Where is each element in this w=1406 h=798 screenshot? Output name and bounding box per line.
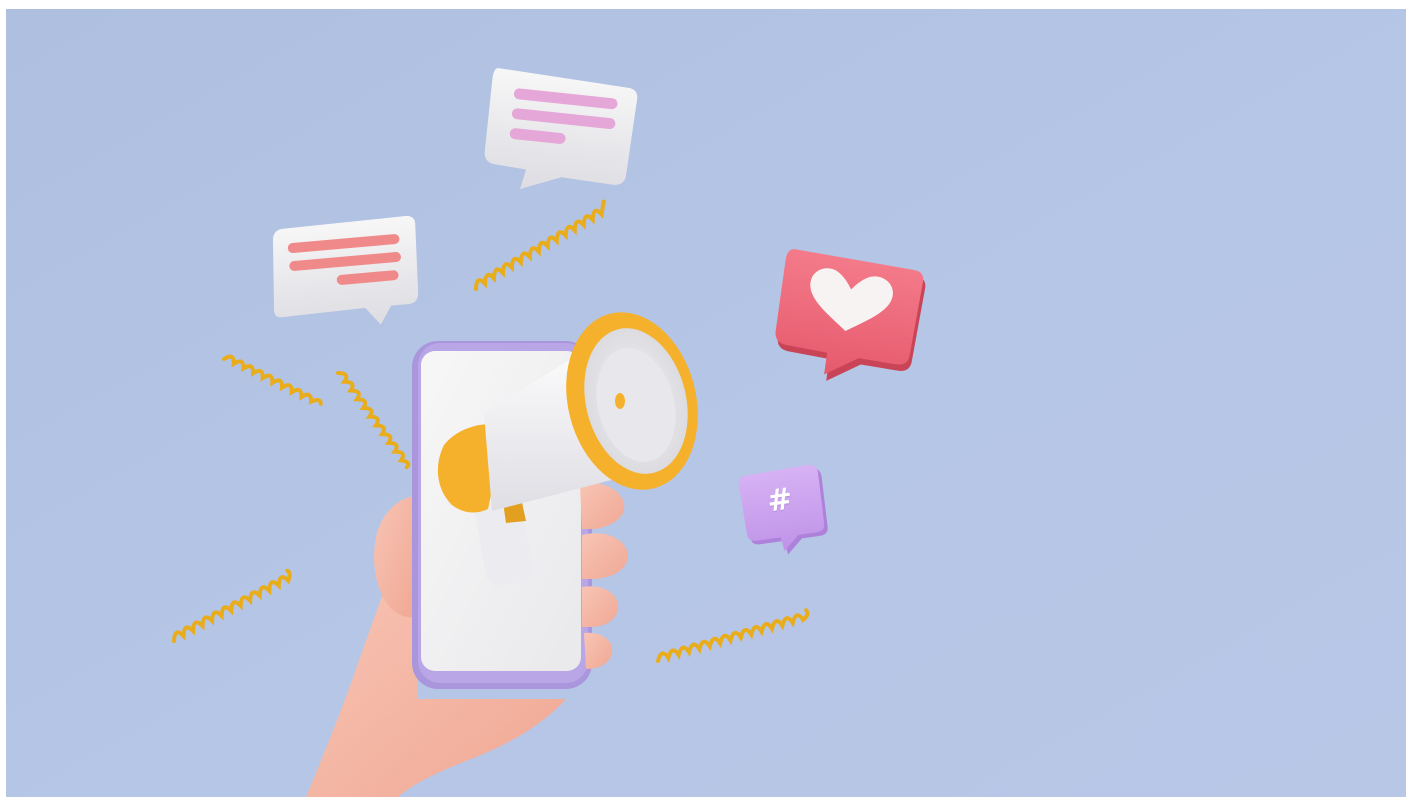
image-frame: # (0, 0, 1406, 798)
background (6, 9, 1406, 797)
hashtag-symbol: # (765, 481, 795, 520)
illustration-scene: # (6, 9, 1406, 797)
illustration-canvas (6, 9, 1406, 797)
